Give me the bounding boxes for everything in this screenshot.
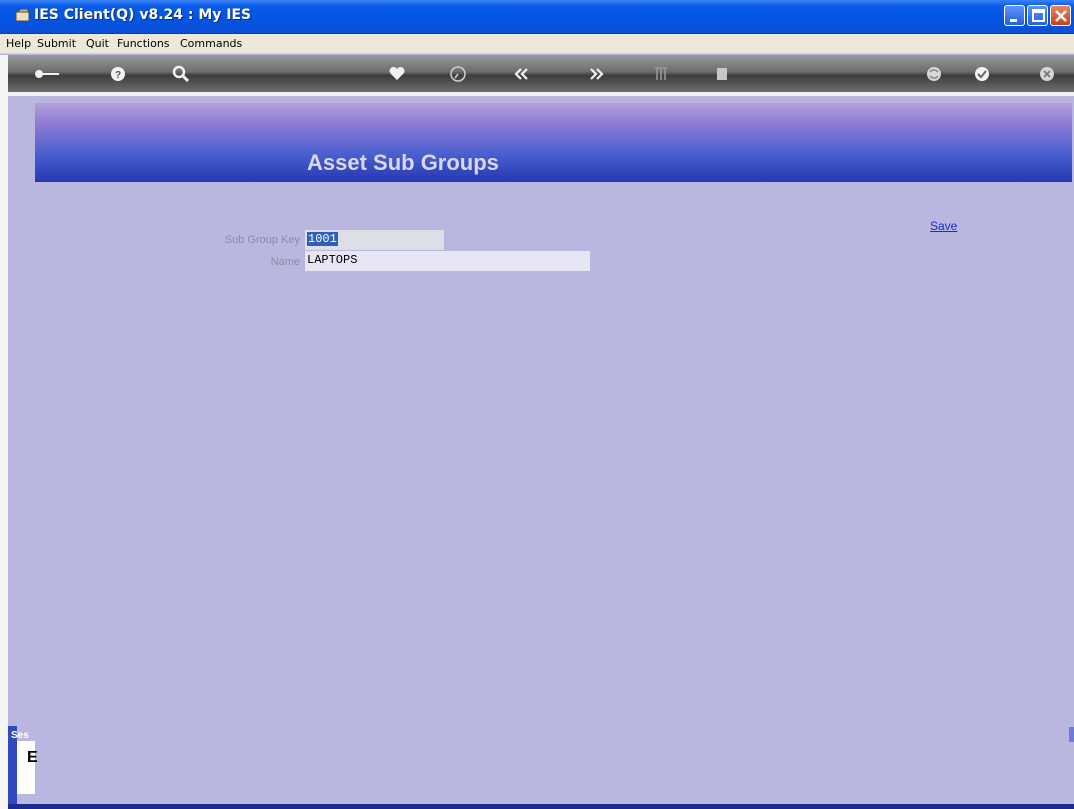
window-title: IES Client(Q) v8.24 : My IES bbox=[34, 7, 252, 23]
next-icon[interactable] bbox=[586, 64, 606, 84]
help-icon[interactable]: ? bbox=[108, 64, 128, 84]
previous-icon[interactable] bbox=[512, 64, 532, 84]
search-icon[interactable] bbox=[171, 64, 191, 84]
maximize-icon bbox=[1032, 9, 1045, 22]
menu-submit[interactable]: Submit bbox=[37, 37, 76, 50]
page-title: Asset Sub Groups bbox=[307, 150, 499, 175]
recycle-icon[interactable] bbox=[924, 64, 944, 84]
menu-help[interactable]: Help bbox=[6, 37, 31, 50]
heart-icon[interactable] bbox=[387, 64, 407, 84]
toolbar: ? bbox=[8, 55, 1074, 92]
menu-bar: Help Submit Quit Functions Commands bbox=[0, 34, 1074, 54]
save-link[interactable]: Save bbox=[930, 219, 957, 233]
name-field[interactable]: LAPTOPS bbox=[305, 251, 590, 271]
sub-group-key-field[interactable]: 1001 bbox=[305, 230, 444, 250]
close-button[interactable] bbox=[1050, 5, 1071, 26]
menu-commands[interactable]: Commands bbox=[180, 37, 242, 50]
maximize-button[interactable] bbox=[1027, 5, 1048, 26]
chip-icon[interactable] bbox=[712, 64, 732, 84]
left-frame bbox=[0, 55, 8, 809]
clock-icon[interactable] bbox=[448, 64, 468, 84]
toolbar-divider bbox=[8, 92, 1074, 96]
key-icon[interactable] bbox=[32, 64, 62, 84]
window-title-bar[interactable]: IES Client(Q) v8.24 : My IES bbox=[0, 0, 1074, 34]
minimize-button[interactable] bbox=[1004, 5, 1025, 26]
bottom-border bbox=[8, 804, 1074, 809]
session-tab-label: Ses bbox=[11, 730, 29, 741]
sub-group-key-value: 1001 bbox=[307, 232, 338, 246]
minimize-icon bbox=[1010, 19, 1017, 22]
name-label: Name bbox=[270, 256, 300, 268]
menu-functions[interactable]: Functions bbox=[117, 37, 170, 50]
tree-icon[interactable] bbox=[651, 64, 671, 84]
close-window-icon bbox=[1055, 10, 1067, 22]
close-icon[interactable] bbox=[1037, 64, 1057, 84]
session-glyph: E bbox=[27, 749, 38, 766]
right-edge-marker bbox=[1069, 727, 1074, 742]
name-value: LAPTOPS bbox=[307, 253, 358, 267]
svg-text:?: ? bbox=[115, 70, 121, 81]
check-icon[interactable] bbox=[972, 64, 992, 84]
header-banner: Asset Sub Groups bbox=[35, 103, 1072, 182]
app-icon bbox=[15, 9, 30, 22]
sub-group-key-label: Sub Group Key bbox=[224, 234, 300, 246]
menu-quit[interactable]: Quit bbox=[86, 37, 109, 50]
